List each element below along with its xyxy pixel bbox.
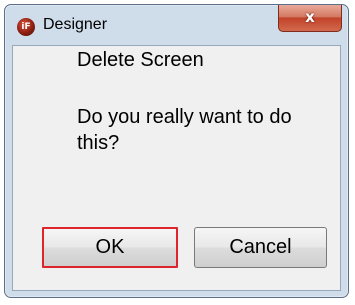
ok-button[interactable]: OK xyxy=(42,227,178,268)
dialog-heading: Delete Screen xyxy=(77,49,204,71)
title-bar[interactable]: iF Designer x xyxy=(5,5,348,45)
cancel-button[interactable]: Cancel xyxy=(194,227,327,268)
close-icon: x xyxy=(305,8,315,26)
window-title: Designer xyxy=(43,16,108,33)
dialog-message: Do you really want to do this? xyxy=(77,106,292,154)
designer-app-icon: iF xyxy=(17,18,35,36)
close-button[interactable]: x xyxy=(278,5,342,32)
